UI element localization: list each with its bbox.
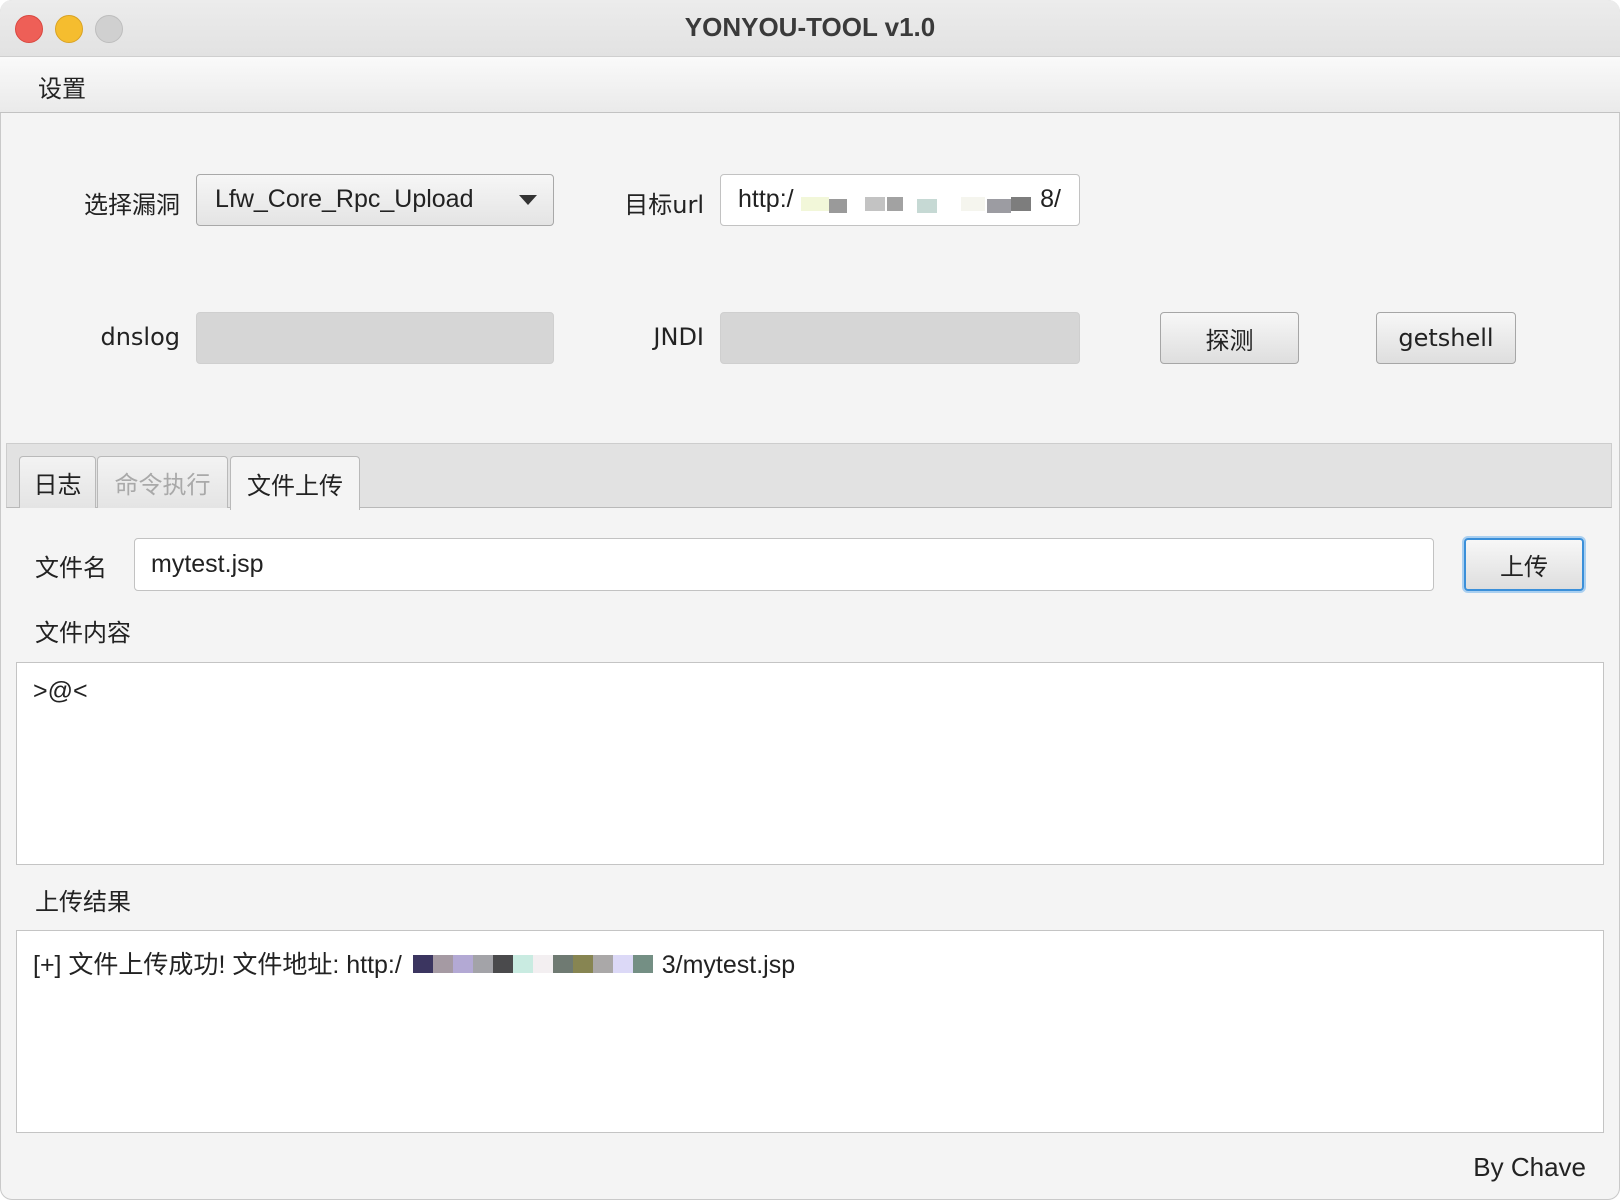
title-bar: YONYOU-TOOL v1.0 xyxy=(0,0,1620,57)
upload-result-prefix: [+] 文件上传成功! 文件地址: http:/ xyxy=(33,951,402,979)
menu-settings[interactable]: 设置 xyxy=(38,69,86,104)
file-content-textarea[interactable]: >@< xyxy=(16,662,1604,865)
upload-result-textarea[interactable]: [+] 文件上传成功! 文件地址: http:/ 3/mytest.jsp xyxy=(16,930,1604,1133)
menu-bar: 设置 xyxy=(0,57,1620,113)
redaction-mask xyxy=(799,183,1039,217)
target-url-label: 目标url xyxy=(624,191,704,219)
filename-label: 文件名 xyxy=(35,554,107,582)
detect-button[interactable]: 探测 xyxy=(1160,312,1299,364)
redaction-mask xyxy=(409,953,655,979)
footer-credit: By Chave xyxy=(1473,1152,1586,1182)
jndi-label: JNDI xyxy=(653,323,704,351)
getshell-button[interactable]: getshell xyxy=(1376,312,1516,364)
upload-result-label: 上传结果 xyxy=(35,888,131,916)
dnslog-input[interactable] xyxy=(196,312,554,364)
file-content-label: 文件内容 xyxy=(35,619,131,647)
tab-log[interactable]: 日志 xyxy=(19,456,96,508)
window-title: YONYOU-TOOL v1.0 xyxy=(684,12,936,42)
jndi-input[interactable] xyxy=(720,312,1080,364)
filename-input[interactable] xyxy=(134,538,1434,591)
vuln-select-label: 选择漏洞 xyxy=(84,191,180,219)
upload-result-suffix: 3/mytest.jsp xyxy=(661,951,796,979)
dnslog-label: dnslog xyxy=(100,323,180,351)
app-window: YONYOU-TOOL v1.0 设置 选择漏洞 Lfw_Core_Rpc_Up… xyxy=(0,0,1620,1200)
upload-button[interactable]: 上传 xyxy=(1464,538,1584,591)
target-url-value-start: http:/ xyxy=(738,185,794,213)
tab-command-exec[interactable]: 命令执行 xyxy=(97,456,228,508)
target-url-input[interactable]: http:/ )88/ xyxy=(720,174,1080,226)
vuln-select-value: Lfw_Core_Rpc_Upload xyxy=(215,185,474,213)
vuln-select[interactable]: Lfw_Core_Rpc_Upload xyxy=(196,174,554,226)
chevron-down-icon xyxy=(519,195,537,205)
tab-file-upload[interactable]: 文件上传 xyxy=(230,456,360,510)
